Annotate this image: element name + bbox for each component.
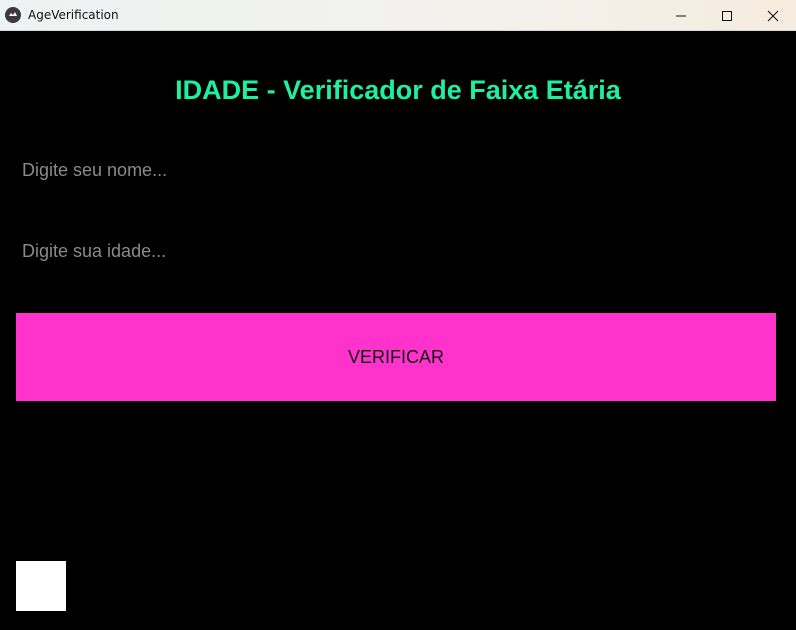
main-content: IDADE - Verificador de Faixa Etária VERI… (0, 31, 796, 630)
white-square-widget (16, 561, 66, 611)
age-input[interactable] (16, 229, 776, 273)
maximize-icon (722, 10, 732, 21)
maximize-button[interactable] (704, 0, 750, 31)
close-button[interactable] (750, 0, 796, 31)
verify-button[interactable]: VERIFICAR (16, 313, 776, 401)
verify-button-label: VERIFICAR (347, 346, 444, 367)
close-icon (767, 10, 779, 21)
page-title: IDADE - Verificador de Faixa Etária (175, 75, 621, 105)
window-controls (658, 0, 796, 31)
minimize-icon (676, 15, 686, 16)
minimize-button[interactable] (658, 0, 704, 31)
name-input[interactable] (16, 148, 776, 192)
app-icon (5, 7, 21, 23)
window-titlebar[interactable]: AgeVerification (0, 0, 796, 31)
window-title: AgeVerification (28, 8, 119, 22)
